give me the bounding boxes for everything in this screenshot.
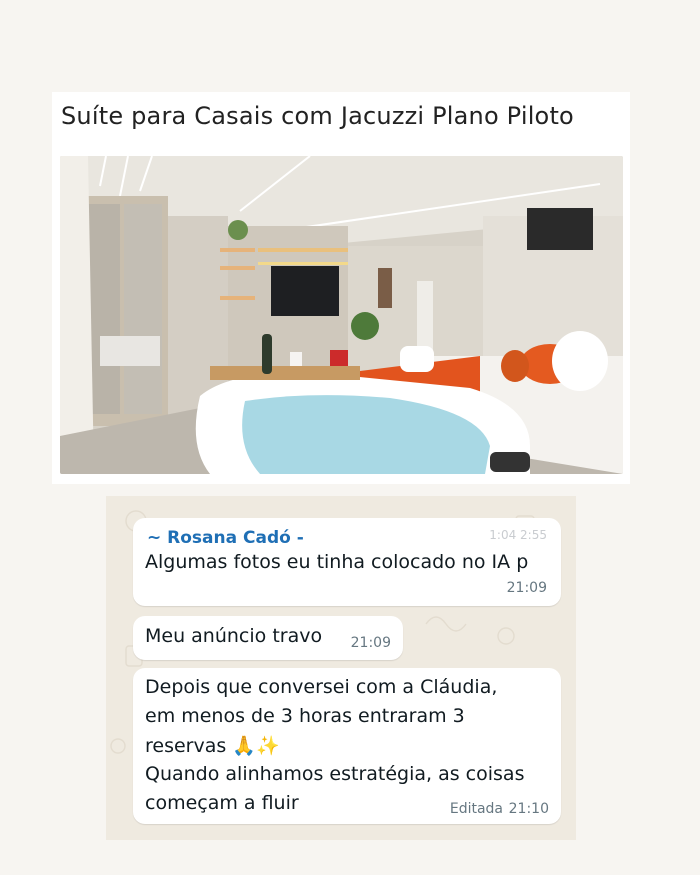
message-line: reservas 🙏✨ — [145, 735, 280, 757]
chat-screenshot: ~ Rosana Cadó - 1:04 2:55 Algumas fotos … — [106, 496, 576, 840]
message-sender[interactable]: ~ Rosana Cadó - — [147, 528, 304, 548]
message-bubble[interactable]: Meu anúncio travo 21:09 — [133, 616, 403, 660]
message-text: Meu anúncio travo — [145, 625, 323, 647]
edited-label: Editada — [449, 801, 503, 817]
message-line: em menos de 3 horas entraram 3 — [145, 705, 465, 727]
listing-card[interactable]: Suíte para Casais com Jacuzzi Plano Pilo… — [52, 92, 630, 484]
listing-photo[interactable] — [60, 156, 623, 474]
suite-jacuzzi-photo — [60, 156, 623, 474]
listing-title: Suíte para Casais com Jacuzzi Plano Pilo… — [61, 102, 574, 130]
message-bubble[interactable]: ~ Rosana Cadó - 1:04 2:55 Algumas fotos … — [133, 518, 561, 606]
faded-header-text: 1:04 2:55 — [489, 528, 547, 542]
message-text: Algumas fotos eu tinha colocado no IA p — [145, 551, 529, 573]
message-line: Depois que conversei com a Cláudia, — [145, 676, 498, 698]
message-line: Quando alinhamos estratégia, as coisas — [145, 763, 525, 785]
message-bubble[interactable]: Depois que conversei com a Cláudia, em m… — [133, 668, 561, 824]
message-time: 21:09 — [506, 580, 547, 596]
message-time: 21:10 — [508, 801, 549, 817]
message-line: começam a fluir — [145, 792, 299, 814]
message-time: 21:09 — [350, 635, 391, 651]
